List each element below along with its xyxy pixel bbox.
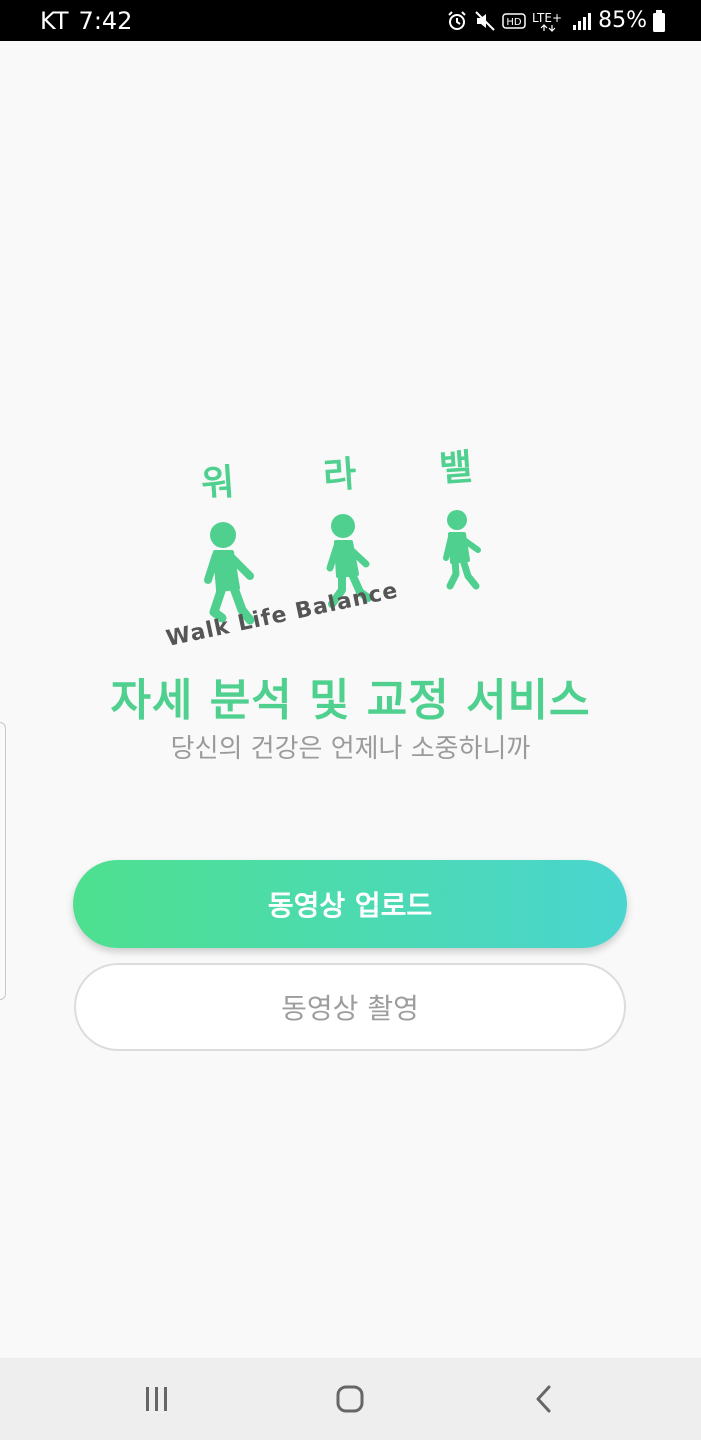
walker-figure-1 [204, 522, 255, 625]
battery-icon [653, 9, 665, 32]
video-record-button[interactable]: 동영상 촬영 [74, 963, 626, 1051]
back-icon[interactable] [514, 1369, 574, 1429]
svg-text:HD: HD [506, 17, 522, 28]
video-upload-button[interactable]: 동영상 업로드 [73, 860, 627, 948]
home-icon[interactable] [320, 1369, 380, 1429]
page-subtitle: 당신의 건강은 언제나 소중하니까 [170, 734, 531, 764]
app-logo: 워 라 밸 Walk Life Balance [150, 440, 550, 660]
logo-char-2: 라 [322, 454, 358, 497]
battery-percent: 85% [598, 8, 647, 33]
status-right: HD LTE+ 85% [446, 8, 665, 33]
recent-apps-icon[interactable] [127, 1369, 187, 1429]
signal-icon [572, 11, 592, 31]
logo-tagline: Walk Life Balance [164, 578, 401, 652]
navigation-bar [0, 1358, 701, 1440]
lte-icon: LTE+ [532, 10, 566, 32]
logo-char-1: 워 [200, 462, 236, 505]
walker-figure-3 [443, 510, 481, 590]
clock: 7:42 [78, 6, 133, 35]
hd-icon: HD [502, 12, 526, 30]
logo-char-3: 밸 [438, 447, 474, 490]
mute-icon [474, 10, 496, 32]
status-bar: KT 7:42 HD LTE+ 85% [0, 0, 701, 41]
status-left: KT 7:42 [40, 7, 132, 35]
page-title: 자세 분석 및 교정 서비스 [110, 675, 591, 726]
alarm-icon [446, 10, 468, 32]
svg-text:LTE+: LTE+ [532, 11, 562, 25]
carrier-label: KT [40, 6, 69, 35]
